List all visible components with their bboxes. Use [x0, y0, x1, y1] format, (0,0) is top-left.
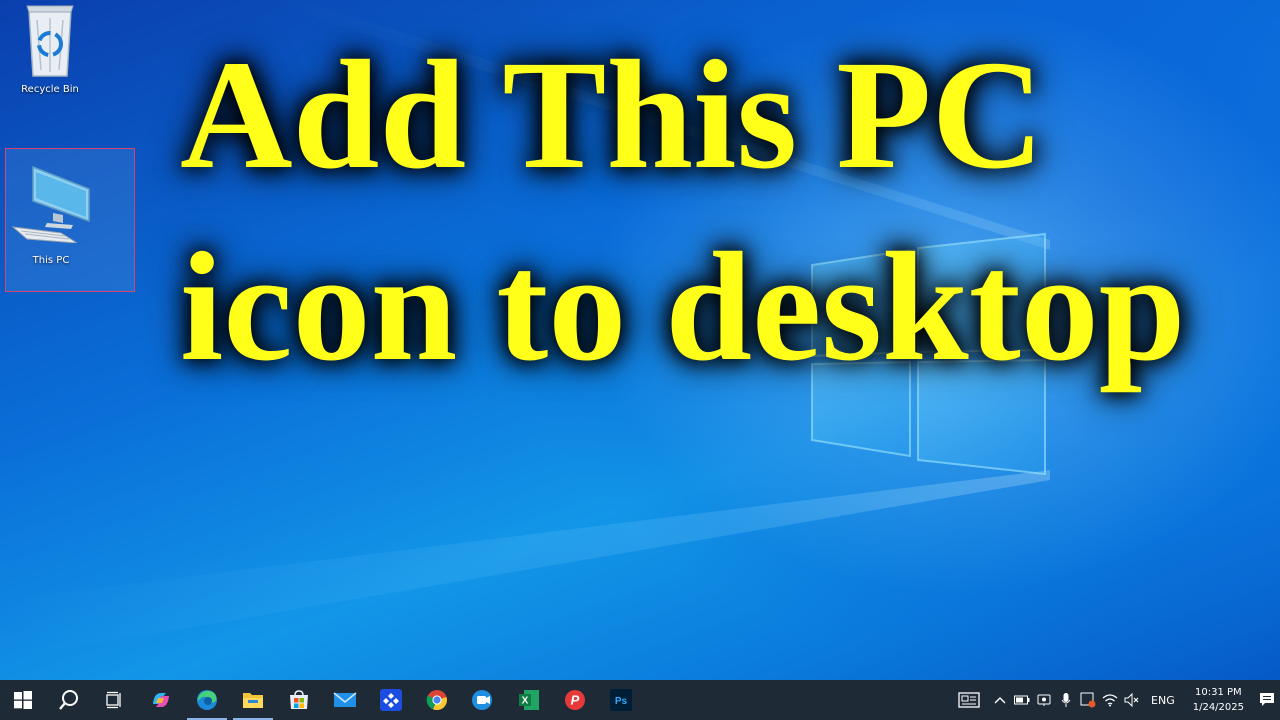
this-pc-icon — [11, 165, 90, 243]
news-widget-button[interactable] — [949, 680, 989, 720]
desktop-icon-recycle-bin[interactable]: Recycle Bin — [5, 0, 95, 95]
psiphon-icon: P — [565, 690, 585, 710]
clock-time: 10:31 PM — [1195, 687, 1242, 698]
clock[interactable]: 10:31 PM 1/24/2025 — [1183, 685, 1254, 715]
webcam-icon — [1037, 694, 1051, 706]
desktop-icon-this-pc[interactable]: This PC — [5, 148, 135, 292]
task-view-button[interactable] — [92, 680, 138, 720]
volume-button[interactable] — [1121, 680, 1143, 720]
task-view-icon — [106, 691, 121, 709]
file-explorer-icon — [243, 693, 263, 708]
taskbar: X P Ps ENG 10:31 PM 1/24/2025 — [0, 680, 1280, 720]
clock-date: 1/24/2025 — [1192, 702, 1244, 713]
wifi-button[interactable] — [1099, 680, 1121, 720]
edge-icon — [197, 690, 217, 710]
photoshop-letter: Ps — [615, 696, 628, 707]
copilot-icon — [153, 693, 169, 707]
photoshop-icon: Ps — [610, 689, 632, 711]
mail-button[interactable] — [322, 680, 368, 720]
news-icon — [958, 692, 980, 708]
microphone-icon — [1061, 693, 1071, 707]
microphone-button[interactable] — [1055, 680, 1077, 720]
chevron-up-icon — [994, 697, 1006, 704]
battery-button[interactable] — [1011, 680, 1033, 720]
psiphon-letter: P — [571, 693, 580, 708]
camera-app-button[interactable] — [460, 680, 506, 720]
microsoft-store-icon — [290, 690, 308, 709]
excel-icon: X — [519, 690, 539, 710]
security-alert-icon — [1080, 692, 1096, 708]
headline-line-1: Add This PC — [180, 28, 1045, 201]
search-icon — [59, 690, 78, 710]
edge-button[interactable] — [184, 680, 230, 720]
photoshop-button[interactable]: Ps — [598, 680, 644, 720]
headline-line-2: icon to desktop — [180, 220, 1186, 393]
wifi-icon — [1102, 694, 1118, 707]
recycle-bin-label: Recycle Bin — [21, 84, 79, 95]
chrome-button[interactable] — [414, 680, 460, 720]
language-indicator[interactable]: ENG — [1143, 694, 1183, 707]
chrome-icon — [426, 690, 447, 711]
copilot-button[interactable] — [138, 680, 184, 720]
this-pc-label: This PC — [32, 255, 70, 266]
microsoft-store-button[interactable] — [276, 680, 322, 720]
system-tray: ENG 10:31 PM 1/24/2025 — [949, 680, 1280, 720]
start-button[interactable] — [0, 680, 46, 720]
search-button[interactable] — [46, 680, 92, 720]
start-icon — [14, 691, 32, 709]
notification-icon — [1260, 693, 1274, 706]
volume-muted-icon — [1124, 693, 1139, 707]
security-button[interactable] — [1077, 680, 1099, 720]
excel-letter: X — [522, 696, 529, 707]
psiphon-button[interactable]: P — [552, 680, 598, 720]
camera-tray-button[interactable] — [1033, 680, 1055, 720]
battery-icon — [1014, 695, 1030, 705]
file-explorer-button[interactable] — [230, 680, 276, 720]
notifications-button[interactable] — [1254, 692, 1280, 708]
show-hidden-icons-button[interactable] — [989, 680, 1011, 720]
camera-app-icon — [472, 690, 492, 710]
mail-icon — [333, 692, 357, 707]
excel-button[interactable]: X — [506, 680, 552, 720]
app-button[interactable] — [368, 680, 414, 720]
recycle-bin-icon — [26, 5, 74, 77]
app-icon — [380, 689, 402, 711]
